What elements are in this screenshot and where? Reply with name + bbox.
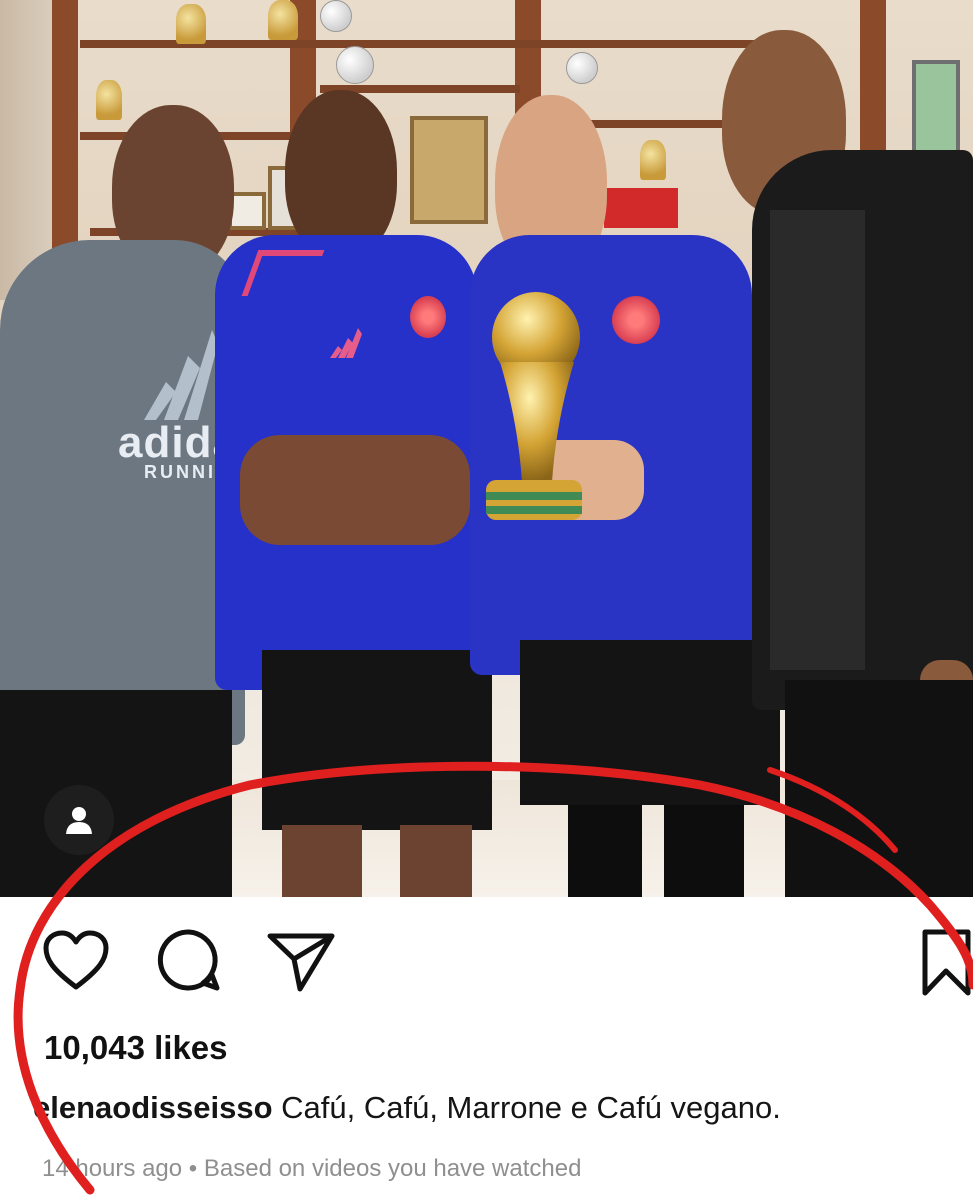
- comment-button[interactable]: [156, 927, 222, 998]
- tagged-people-button[interactable]: [44, 785, 114, 855]
- suggestion-reason: Based on videos you have watched: [203, 1155, 582, 1182]
- arm: [240, 435, 470, 545]
- adidas-logo-icon: [330, 328, 362, 358]
- post-caption: elenaodisseisso Cafú, Cafú, Marrone e Ca…: [33, 1090, 781, 1126]
- post-footer: 10,043 likes elenaodisseisso Cafú, Cafú,…: [0, 897, 973, 1200]
- save-button[interactable]: [920, 927, 973, 1002]
- likes-count[interactable]: 10,043 likes: [44, 1029, 228, 1067]
- black-sock: [568, 805, 642, 897]
- red-boxes: [604, 188, 678, 228]
- jersey-crest: [612, 296, 660, 344]
- face: [285, 90, 397, 258]
- heart-icon: [43, 930, 109, 990]
- bookmark-icon: [922, 929, 971, 996]
- jersey-crest: [410, 296, 446, 338]
- post-meta: 14 hours ago • Based on videos you have …: [42, 1155, 581, 1183]
- black-shorts: [262, 650, 492, 830]
- username-link[interactable]: elenaodisseisso: [33, 1090, 273, 1125]
- football-decoration: [336, 46, 374, 84]
- adidas-logo-icon: [144, 330, 218, 420]
- framed-picture: [912, 60, 960, 158]
- framed-picture: [410, 116, 488, 224]
- action-bar: [0, 925, 973, 998]
- timestamp[interactable]: 14 hours ago: [42, 1155, 182, 1182]
- shelf-frame: [52, 0, 78, 260]
- leg: [282, 825, 362, 897]
- trophy-decoration: [176, 4, 206, 44]
- caption-text: Cafú, Cafú, Marrone e Cafú vegano.: [281, 1090, 781, 1125]
- football-decoration: [320, 0, 352, 32]
- trophy-decoration: [96, 80, 122, 120]
- black-trousers: [785, 680, 973, 897]
- like-button[interactable]: [42, 929, 110, 996]
- comment-bubble-icon: [157, 929, 220, 991]
- trophy-decoration: [268, 0, 298, 40]
- shelf-frame: [860, 0, 886, 160]
- black-sock: [664, 805, 744, 897]
- share-button[interactable]: [266, 931, 336, 998]
- post-photo[interactable]: adidas RUNNING: [0, 0, 973, 897]
- black-shorts: [520, 640, 780, 805]
- world-cup-trophy: [486, 292, 582, 520]
- trophy-decoration: [640, 140, 666, 180]
- inner-shirt: [770, 210, 865, 670]
- likes-number: 10,043: [44, 1029, 145, 1066]
- person-icon: [66, 807, 92, 834]
- grey-tshirt: [0, 240, 245, 745]
- paper-plane-icon: [267, 933, 335, 992]
- football-decoration: [566, 52, 598, 84]
- likes-word: likes: [154, 1029, 228, 1066]
- leg: [400, 825, 472, 897]
- meta-separator: •: [188, 1155, 198, 1182]
- black-trousers: [0, 690, 232, 897]
